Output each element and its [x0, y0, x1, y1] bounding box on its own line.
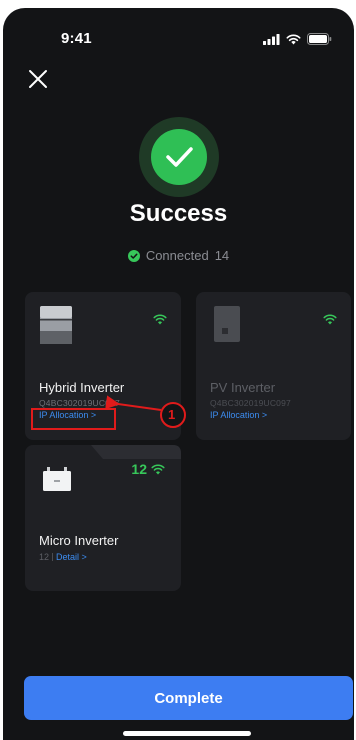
success-check-icon	[138, 117, 219, 197]
page-title: Success	[129, 200, 228, 227]
cellular-signal-icon	[263, 33, 280, 45]
device-serial: Q4BC302019UC097	[39, 398, 120, 408]
ip-allocation-link[interactable]: IP Allocation >	[210, 410, 267, 420]
annotation-marker-label: 1	[168, 407, 176, 422]
detail-link[interactable]: Detail >	[56, 552, 87, 562]
connected-device-count: 12	[131, 461, 165, 477]
micro-inverter-device-icon	[43, 467, 71, 491]
wifi-connected-icon	[153, 314, 167, 325]
connected-count: 14	[214, 248, 230, 263]
connected-label: Connected	[145, 248, 209, 263]
device-name: PV Inverter	[210, 380, 276, 395]
home-indicator	[123, 731, 251, 736]
success-badge	[3, 115, 354, 199]
device-card-pv-inverter[interactable]: PV Inverter Q4BC302019UC097 IP Allocatio…	[196, 292, 351, 440]
wifi-connected-icon	[151, 464, 165, 474]
check-circle-icon	[127, 249, 140, 262]
device-serial: Q4BC302019UC097	[210, 398, 291, 408]
micro-inverter-detail-row: 12 Detail >	[39, 552, 87, 562]
device-count: 12	[131, 461, 147, 477]
divider	[52, 553, 54, 561]
pv-inverter-device-icon	[214, 306, 240, 342]
status-icons	[263, 33, 332, 45]
card-corner-fold	[91, 445, 181, 459]
wifi-connected-icon	[323, 314, 337, 325]
complete-button[interactable]: Complete	[24, 676, 353, 720]
device-name: Hybrid Inverter	[39, 380, 125, 395]
connected-status: Connected 14	[3, 248, 354, 263]
hybrid-inverter-device-icon	[40, 306, 72, 344]
wifi-status-icon	[286, 34, 301, 44]
close-icon[interactable]	[27, 68, 49, 90]
sub-device-count: 12	[39, 552, 50, 562]
device-name: Micro Inverter	[39, 533, 119, 548]
device-card-micro-inverter[interactable]: 12 Micro Inverter 12 Detail >	[25, 445, 181, 591]
status-time: 9:41	[61, 30, 92, 47]
annotation-highlight-box	[31, 408, 116, 430]
battery-icon	[307, 33, 332, 45]
status-bar: 9:41	[3, 8, 354, 48]
app-screen: 9:41 Success Connected 14 Hybrid Inverte…	[3, 8, 354, 740]
